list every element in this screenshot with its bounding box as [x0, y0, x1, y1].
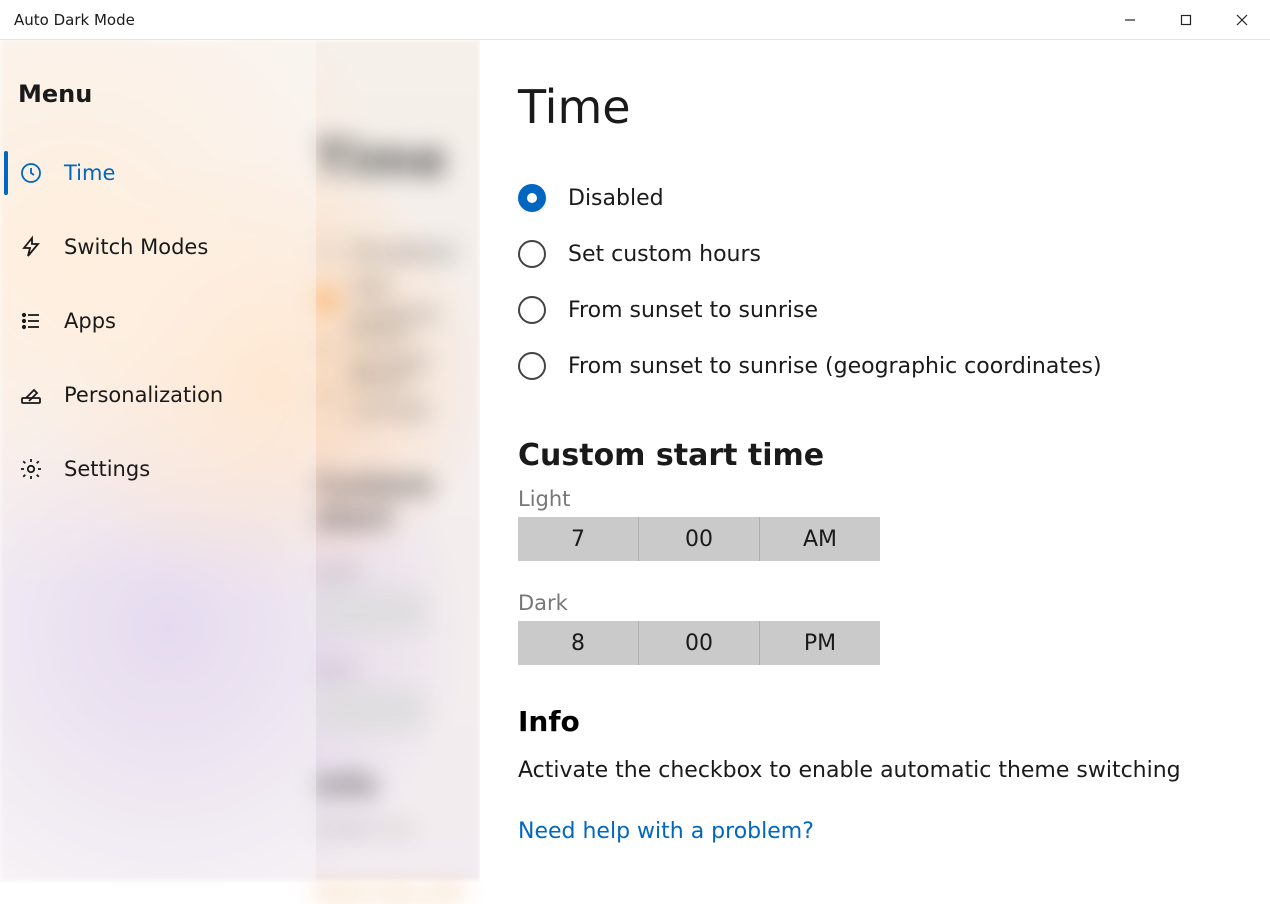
list-icon [18, 308, 44, 334]
close-button[interactable] [1214, 0, 1270, 40]
dark-hour[interactable]: 8 [518, 621, 639, 665]
titlebar: Auto Dark Mode [0, 0, 1270, 40]
option-label: Set custom hours [568, 242, 761, 267]
sidebar-item-label: Settings [64, 457, 150, 481]
sidebar-item-personalization[interactable]: Personalization [0, 358, 316, 432]
light-time-picker[interactable]: 7 00 AM [518, 517, 880, 561]
dark-label: Dark [518, 591, 1230, 615]
main-panel: Time Disabled Set custom hours From suns… [480, 40, 1270, 880]
radio-icon [518, 240, 546, 268]
light-minute[interactable]: 00 [639, 517, 760, 561]
edit-icon [18, 382, 44, 408]
help-link[interactable]: Need help with a problem? [518, 819, 1230, 844]
info-body: Activate the checkbox to enable automati… [518, 758, 1230, 783]
sidebar-item-label: Personalization [64, 383, 223, 407]
light-hour[interactable]: 7 [518, 517, 639, 561]
sidebar: Menu Time Switch Modes Apps Personalizat… [0, 40, 316, 880]
dark-period[interactable]: PM [760, 621, 880, 665]
dark-minute[interactable]: 00 [639, 621, 760, 665]
sidebar-item-switch-modes[interactable]: Switch Modes [0, 210, 316, 284]
option-label: From sunset to sunrise (geographic coord… [568, 354, 1102, 379]
close-icon [1236, 14, 1248, 26]
sidebar-item-label: Apps [64, 309, 116, 333]
clock-icon [18, 160, 44, 186]
light-label: Light [518, 487, 1230, 511]
sidebar-item-label: Time [64, 161, 115, 185]
dark-time-picker[interactable]: 8 00 PM [518, 621, 880, 665]
option-sunset-sunrise-geo[interactable]: From sunset to sunrise (geographic coord… [518, 338, 1230, 394]
option-disabled[interactable]: Disabled [518, 170, 1230, 226]
sidebar-item-time[interactable]: Time [0, 136, 316, 210]
lightning-icon [18, 234, 44, 260]
page-title: Time [518, 80, 1230, 134]
radio-icon [518, 184, 546, 212]
minimize-button[interactable] [1102, 0, 1158, 40]
sidebar-item-settings[interactable]: Settings [0, 432, 316, 506]
info-heading: Info [518, 705, 1230, 738]
option-sunset-sunrise[interactable]: From sunset to sunrise [518, 282, 1230, 338]
option-label: From sunset to sunrise [568, 298, 818, 323]
option-custom-hours[interactable]: Set custom hours [518, 226, 1230, 282]
minimize-icon [1124, 14, 1136, 26]
sidebar-heading: Menu [0, 80, 316, 136]
radio-icon [518, 296, 546, 324]
window-controls [1102, 0, 1270, 40]
light-period[interactable]: AM [760, 517, 880, 561]
custom-start-heading: Custom start time [518, 438, 1230, 473]
maximize-button[interactable] [1158, 0, 1214, 40]
radio-icon [518, 352, 546, 380]
sidebar-item-apps[interactable]: Apps [0, 284, 316, 358]
gear-icon [18, 456, 44, 482]
window-title: Auto Dark Mode [0, 11, 135, 29]
option-label: Disabled [568, 186, 664, 211]
maximize-icon [1180, 14, 1192, 26]
sidebar-item-label: Switch Modes [64, 235, 208, 259]
